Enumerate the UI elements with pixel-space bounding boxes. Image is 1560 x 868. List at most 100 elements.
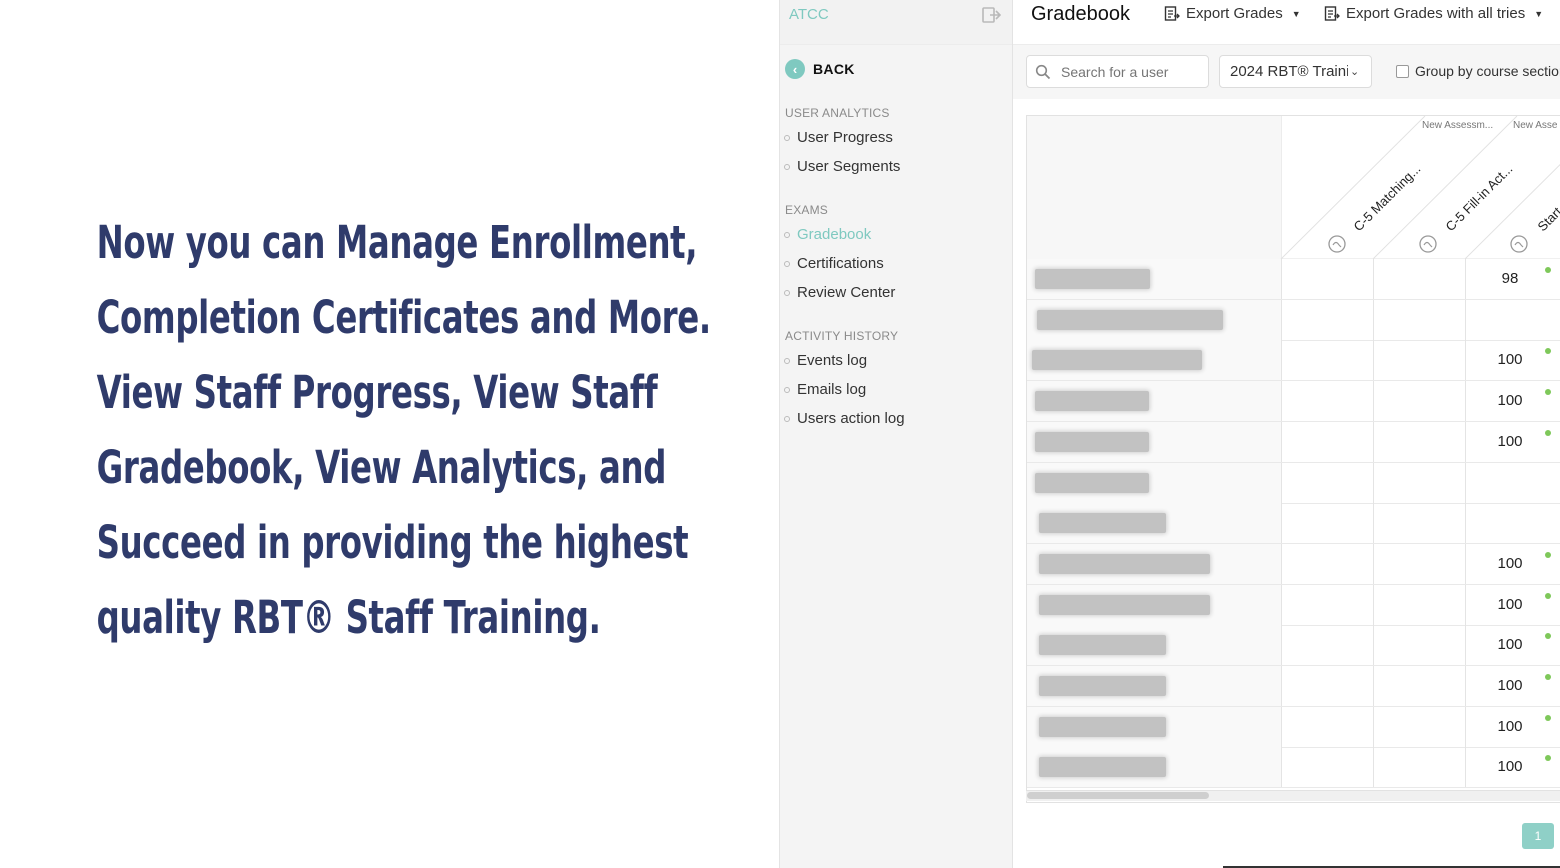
table-row[interactable]: 100	[1027, 543, 1560, 585]
sidebar-item-user-progress[interactable]: User Progress	[784, 129, 893, 146]
grade-cell[interactable]	[1373, 706, 1466, 747]
table-row[interactable]: 100	[1027, 340, 1560, 382]
redacted-user-name	[1039, 757, 1166, 778]
user-name-cell[interactable]	[1027, 666, 1282, 706]
grade-cell[interactable]	[1281, 503, 1374, 544]
logout-icon[interactable]	[982, 6, 1002, 24]
sidebar-item-events-log[interactable]: Events log	[784, 352, 867, 369]
promo-line: Now you can Manage Enrollment,	[96, 216, 698, 269]
grade-cell[interactable]	[1465, 503, 1560, 543]
grade-cell[interactable]	[1281, 747, 1374, 788]
grade-cell[interactable]	[1281, 259, 1374, 299]
sidebar-item-label: Certifications	[797, 255, 884, 272]
table-row[interactable]: 100	[1027, 421, 1560, 463]
column-header-c5-matching[interactable]: C-5 Matching...	[1351, 161, 1424, 234]
horizontal-scrollbar[interactable]	[1026, 790, 1560, 801]
pagination-page-button[interactable]: 1	[1522, 823, 1554, 849]
export-grades-button[interactable]: Export Grades ▼	[1164, 5, 1301, 22]
table-row[interactable]: 100	[1027, 584, 1560, 626]
table-row[interactable]: 100	[1027, 666, 1560, 707]
user-name-cell[interactable]	[1027, 584, 1282, 625]
table-row[interactable]	[1027, 299, 1560, 341]
export-document-icon	[1164, 5, 1180, 21]
redacted-user-name	[1035, 431, 1149, 452]
grade-cell[interactable]	[1373, 462, 1466, 503]
grade-cell[interactable]	[1281, 421, 1374, 462]
sidebar-item-certifications[interactable]: Certifications	[784, 255, 884, 272]
grade-cell[interactable]	[1373, 625, 1466, 666]
table-row[interactable]: 100	[1027, 706, 1560, 748]
grade-cell[interactable]	[1373, 381, 1466, 422]
bullet-icon	[784, 260, 790, 267]
user-name-cell[interactable]	[1027, 462, 1282, 503]
back-button[interactable]: ‹ BACK	[785, 59, 855, 79]
redacted-user-name	[1039, 513, 1166, 534]
column-header-start[interactable]: Start	[1535, 204, 1560, 234]
caret-down-icon: ▼	[1534, 8, 1544, 19]
user-name-cell[interactable]	[1027, 747, 1282, 788]
brand-name[interactable]: ATCC	[789, 6, 829, 23]
grade-cell[interactable]	[1281, 706, 1374, 747]
grade-cell[interactable]	[1373, 503, 1466, 544]
user-name-cell[interactable]	[1027, 299, 1282, 340]
user-name-cell[interactable]	[1027, 340, 1282, 381]
grade-cell[interactable]	[1281, 381, 1374, 422]
grade-cell[interactable]	[1281, 666, 1374, 706]
user-name-cell[interactable]	[1027, 543, 1282, 584]
user-name-cell[interactable]	[1027, 625, 1282, 666]
grade-cell[interactable]	[1373, 421, 1466, 462]
redacted-user-name	[1039, 553, 1210, 574]
grade-cell[interactable]	[1281, 462, 1374, 503]
sidebar-item-emails-log[interactable]: Emails log	[784, 381, 866, 398]
grade-cell[interactable]	[1373, 259, 1466, 299]
assessment-icon	[1328, 235, 1346, 253]
grade-score: 100	[1497, 677, 1523, 694]
column-header-c5-fill-in[interactable]: C-5 Fill-in Act...	[1443, 161, 1516, 234]
sidebar-item-label: User Progress	[797, 129, 893, 146]
course-select[interactable]: 2024 RBT® Training ⌄	[1219, 55, 1372, 88]
search-input[interactable]	[1059, 62, 1203, 81]
grade-cell[interactable]	[1373, 299, 1466, 340]
user-name-cell[interactable]	[1027, 259, 1282, 299]
grade-cell[interactable]	[1465, 463, 1560, 503]
grade-cell[interactable]	[1373, 666, 1466, 706]
user-name-cell[interactable]	[1027, 421, 1282, 462]
grade-cell[interactable]	[1373, 543, 1466, 584]
group-by-section-checkbox[interactable]: Group by course section	[1396, 63, 1560, 79]
redacted-user-name	[1039, 676, 1166, 696]
back-label: BACK	[813, 61, 855, 77]
column-group-label: New Assessm...	[1422, 120, 1493, 131]
grade-cell[interactable]	[1281, 299, 1374, 340]
bullet-icon	[784, 231, 790, 238]
table-row[interactable]	[1027, 462, 1560, 504]
table-row[interactable]: 100	[1027, 381, 1560, 423]
export-all-tries-button[interactable]: Export Grades with all tries ▼	[1324, 5, 1543, 22]
grade-cell[interactable]	[1281, 340, 1374, 381]
grade-cell[interactable]	[1465, 300, 1560, 340]
grade-cell[interactable]	[1281, 584, 1374, 625]
table-row[interactable]: 98	[1027, 259, 1560, 300]
promo-headline: Now you can Manage Enrollment, Completio…	[96, 205, 712, 655]
sidebar-item-gradebook[interactable]: Gradebook	[784, 226, 871, 243]
table-row[interactable]: 100	[1027, 747, 1560, 789]
grade-cell[interactable]	[1281, 543, 1374, 584]
scrollbar-thumb[interactable]	[1027, 792, 1209, 799]
sidebar-item-review-center[interactable]: Review Center	[784, 284, 895, 301]
promo-line: View Staff Progress, View Staff	[96, 366, 658, 419]
table-row[interactable]	[1027, 503, 1560, 545]
user-name-cell[interactable]	[1027, 381, 1282, 422]
sidebar-item-users-action-log[interactable]: Users action log	[784, 410, 905, 427]
grade-score: 100	[1497, 595, 1523, 613]
checkbox-box[interactable]	[1396, 64, 1409, 78]
grade-cell[interactable]	[1373, 747, 1466, 788]
table-row[interactable]: 100	[1027, 625, 1560, 667]
grade-cell[interactable]	[1373, 584, 1466, 625]
grade-cell[interactable]	[1281, 625, 1374, 666]
gradebook-grid: New Assessm... New Asse C-5 Matching... …	[1026, 115, 1560, 803]
bullet-icon	[784, 386, 790, 393]
sidebar-item-user-segments[interactable]: User Segments	[784, 158, 900, 175]
grade-cell[interactable]	[1373, 340, 1466, 381]
user-name-cell[interactable]	[1027, 706, 1282, 747]
user-name-cell[interactable]	[1027, 503, 1282, 544]
assessment-icon	[1419, 235, 1437, 253]
